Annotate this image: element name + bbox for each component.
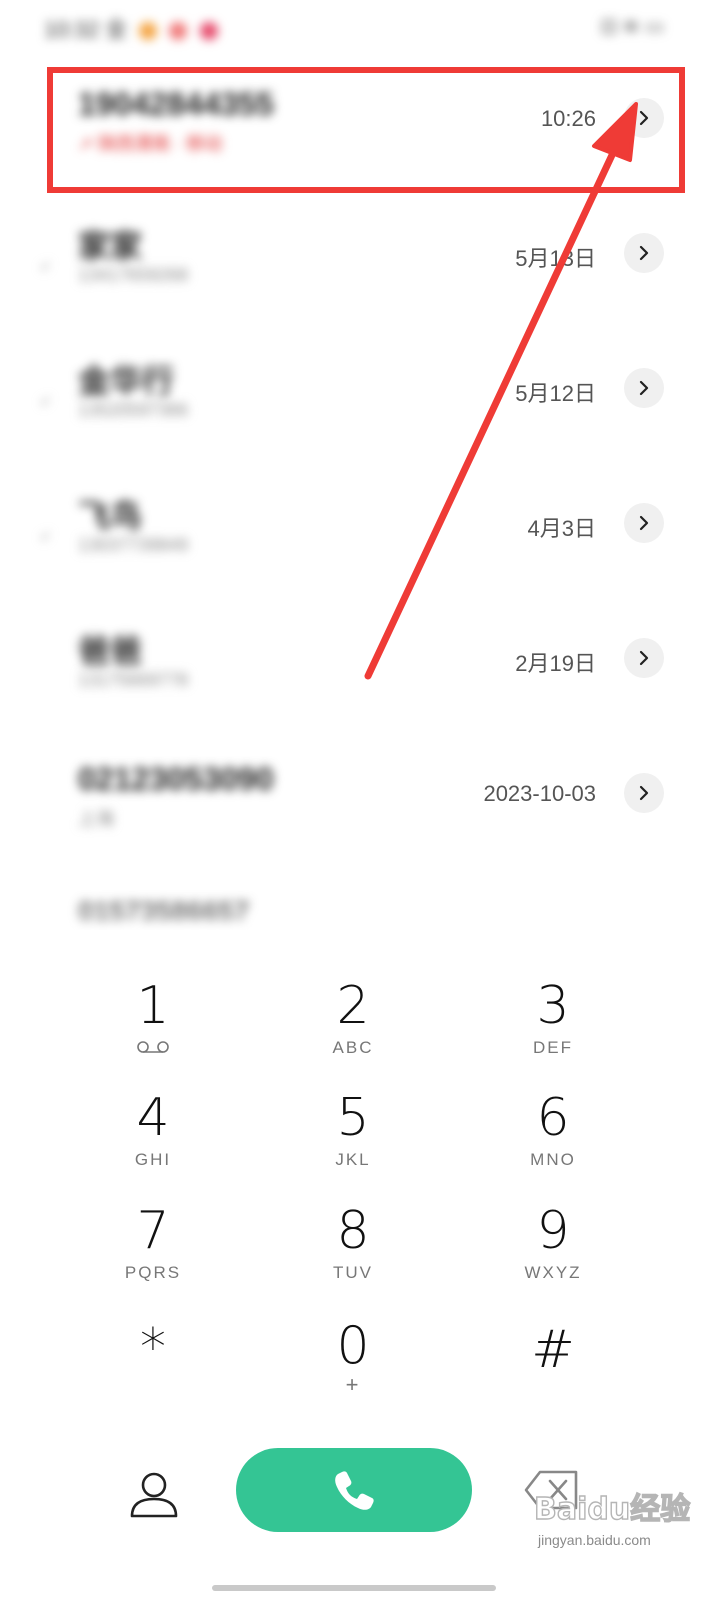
call-log-row[interactable]: 02123053090 上海 2023-10-03 (0, 727, 720, 862)
chevron-right-icon (639, 785, 649, 801)
contact-name: 飞鸟 (78, 498, 143, 534)
dial-key-2[interactable]: 2 ABC (253, 976, 453, 1076)
call-detail-button[interactable] (624, 503, 664, 543)
call-time: 5月12日 (515, 381, 596, 406)
notification-icon (169, 22, 188, 41)
call-log-row[interactable]: ↙ 家家 13417659268 5月13日 (0, 187, 720, 322)
chevron-right-icon (639, 245, 649, 261)
dial-key-9[interactable]: 9 WXYZ (453, 1201, 653, 1301)
dial-key-7[interactable]: 7 PQRS (53, 1201, 253, 1301)
contact-name: 家家 (78, 228, 143, 264)
call-log-row[interactable]: ↙ 金华行 13520597366 5月12日 (0, 322, 720, 457)
call-time: 2023-10-03 (483, 781, 596, 806)
call-subtitle: 13175669778 (78, 670, 189, 690)
person-icon (130, 1472, 178, 1518)
call-log-row[interactable]: ↙ 飞鸟 13037739849 4月3日 (0, 457, 720, 592)
home-indicator[interactable] (212, 1585, 496, 1591)
call-subtitle: 13417659268 (78, 265, 189, 285)
dial-key-0[interactable]: 0 + (253, 1316, 453, 1416)
call-detail-button[interactable] (624, 368, 664, 408)
call-subtitle: 上海 (78, 809, 114, 829)
notification-icon (139, 22, 158, 41)
dial-key-3[interactable]: 3 DEF (453, 976, 653, 1076)
contact-name: 02123053090 (78, 761, 274, 797)
status-time: 10:32 全 (44, 12, 218, 44)
call-time: 4月3日 (527, 516, 596, 541)
dial-key-1[interactable]: 1 (53, 976, 253, 1076)
dial-key-8[interactable]: 8 TUV (253, 1201, 453, 1301)
chevron-right-icon (639, 515, 649, 531)
call-detail-button[interactable] (624, 233, 664, 273)
dial-key-5[interactable]: 5 JKL (253, 1088, 453, 1188)
call-subtitle: 13037739849 (78, 535, 189, 555)
call-time: 2月19日 (515, 651, 596, 676)
notification-icon (199, 22, 218, 41)
call-detail-button[interactable] (624, 638, 664, 678)
status-bar: 10:32 全 ⊡ ≋ ▭ (0, 0, 720, 56)
outgoing-call-icon: ↙ (40, 257, 52, 273)
contacts-button[interactable] (126, 1466, 182, 1522)
contact-name: 金华行 (78, 363, 175, 399)
dial-key-star[interactable]: * (53, 1318, 253, 1418)
chevron-right-icon (639, 380, 649, 396)
status-icons: ⊡ ≋ ▭ (600, 16, 664, 38)
call-time: 5月13日 (515, 246, 596, 271)
dial-key-4[interactable]: 4 GHI (53, 1088, 253, 1188)
chevron-right-icon (639, 650, 649, 666)
annotation-highlight-box (47, 67, 685, 193)
voicemail-icon (137, 1041, 169, 1053)
dial-key-6[interactable]: 6 MNO (453, 1088, 653, 1188)
call-detail-button[interactable] (624, 773, 664, 813)
outgoing-call-icon: ↙ (40, 392, 52, 408)
outgoing-call-icon: ↙ (40, 527, 52, 543)
call-log-row[interactable]: 爸爸 13175669778 2月19日 (0, 592, 720, 727)
call-subtitle: 13520597366 (78, 400, 189, 420)
contact-name: 爸爸 (78, 633, 143, 669)
phone-icon (335, 1471, 374, 1510)
watermark-logo: Baidu经验 jingyan.baidu.com (533, 1491, 691, 1548)
dial-key-hash[interactable]: # (453, 1320, 653, 1420)
call-button[interactable] (236, 1448, 472, 1532)
